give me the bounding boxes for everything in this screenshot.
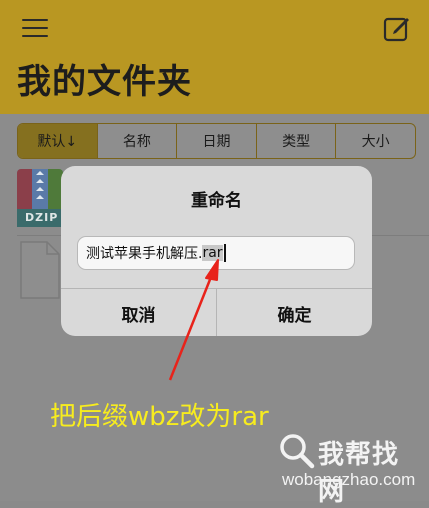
dialog-buttons: 取消 确定 bbox=[61, 288, 372, 336]
rename-dialog: 重命名 测试苹果手机解压. rar 取消 确定 bbox=[61, 166, 372, 336]
watermark: 我帮找网 wobangzhao.com bbox=[272, 428, 422, 507]
file-type-label: DZIP bbox=[17, 209, 63, 227]
cancel-button[interactable]: 取消 bbox=[61, 289, 216, 336]
sort-tab-default[interactable]: 默认↓ bbox=[18, 124, 97, 158]
dialog-title: 重命名 bbox=[191, 191, 242, 211]
document-icon[interactable] bbox=[17, 240, 63, 300]
sort-segmented-control: 默认↓ 名称 日期 类型 大小 bbox=[17, 123, 416, 159]
confirm-button[interactable]: 确定 bbox=[216, 289, 372, 336]
compose-icon[interactable] bbox=[383, 14, 411, 42]
sort-tab-size[interactable]: 大小 bbox=[335, 124, 415, 158]
filename-input[interactable]: 测试苹果手机解压. rar bbox=[77, 236, 355, 270]
page-title: 我的文件夹 bbox=[17, 62, 192, 102]
annotation-text: 把后缀wbz改为rar bbox=[50, 402, 269, 432]
sort-tab-type[interactable]: 类型 bbox=[255, 124, 336, 158]
magnifier-icon bbox=[280, 434, 315, 469]
filename-text: 测试苹果手机解压. bbox=[86, 246, 203, 262]
hamburger-menu-icon[interactable] bbox=[22, 17, 48, 39]
watermark-url: wobangzhao.com bbox=[282, 470, 416, 489]
app-header: 我的文件夹 bbox=[0, 0, 429, 114]
filename-selected-extension: rar bbox=[202, 245, 223, 261]
sort-tab-date[interactable]: 日期 bbox=[176, 124, 256, 158]
text-cursor bbox=[223, 244, 226, 262]
sort-tab-name[interactable]: 名称 bbox=[96, 124, 177, 158]
